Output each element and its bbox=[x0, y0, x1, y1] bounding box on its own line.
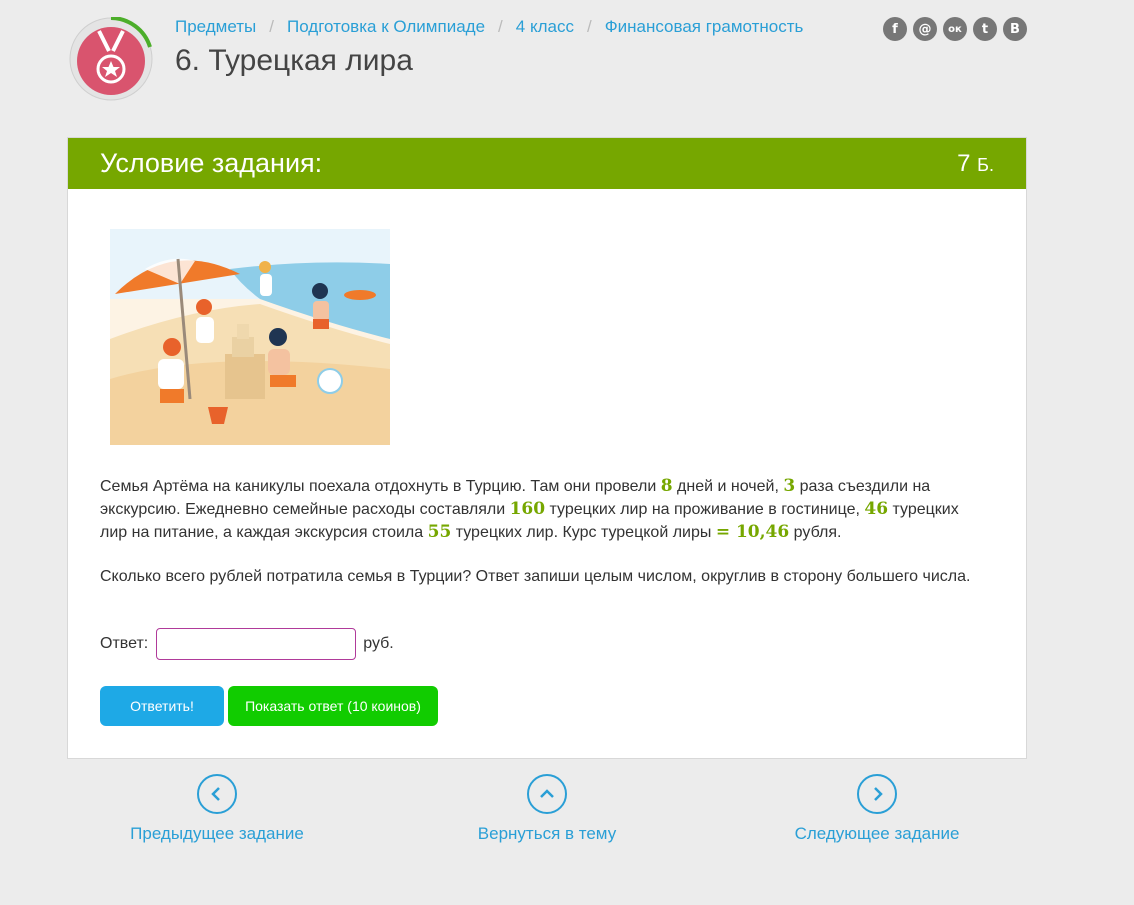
twitter-icon[interactable]: t bbox=[973, 17, 997, 41]
mail-icon[interactable]: @ bbox=[913, 17, 937, 41]
previous-task-link[interactable]: Предыдущее задание bbox=[97, 774, 337, 844]
task-text-fragment: рубля. bbox=[789, 524, 842, 541]
facebook-icon[interactable]: f bbox=[883, 17, 907, 41]
breadcrumb-topic[interactable]: Финансовая грамотность bbox=[605, 17, 804, 37]
page-title: 6. Турецкая лира bbox=[175, 44, 413, 77]
points-unit: Б. bbox=[977, 154, 994, 175]
breadcrumb-separator: / bbox=[586, 17, 592, 36]
task-text-fragment: турецких лир. Курс турецкой лиры bbox=[451, 524, 716, 541]
next-task-label: Следующее задание bbox=[794, 824, 960, 843]
task-question: Сколько всего рублей потратила семья в Т… bbox=[100, 568, 971, 585]
back-to-topic-link[interactable]: Вернуться в тему bbox=[427, 774, 667, 844]
value-trips: 3 bbox=[783, 476, 796, 496]
chevron-right-icon bbox=[857, 774, 897, 814]
show-answer-button[interactable]: Показать ответ (10 коинов) bbox=[228, 686, 438, 726]
odnoklassniki-icon[interactable]: ок bbox=[943, 17, 967, 41]
task-condition: Семья Артёма на каникулы поехала отдохну… bbox=[100, 475, 980, 544]
task-heading: Условие задания: bbox=[100, 148, 323, 178]
task-text-fragment: Семья Артёма на каникулы поехала отдохну… bbox=[100, 478, 661, 495]
value-trip-cost: 55 bbox=[427, 522, 452, 542]
chevron-left-icon bbox=[197, 774, 237, 814]
beach-illustration bbox=[110, 229, 390, 445]
vk-icon[interactable]: В bbox=[1003, 17, 1027, 41]
task-card: Условие задания: 7 Б. Семья Артёма на ка… bbox=[67, 137, 1027, 759]
back-to-topic-label: Вернуться в тему bbox=[477, 824, 617, 843]
value-days: 8 bbox=[660, 476, 673, 496]
answer-row: Ответ: руб. bbox=[100, 628, 394, 660]
previous-task-label: Предыдущее задание bbox=[130, 824, 304, 843]
value-food: 46 bbox=[864, 499, 889, 519]
answer-unit: руб. bbox=[363, 635, 394, 652]
answer-input[interactable] bbox=[156, 628, 357, 660]
value-hotel: 160 bbox=[509, 499, 546, 519]
task-card-header: Условие задания: 7 Б. bbox=[68, 138, 1026, 189]
task-text-fragment: дней и ночей, bbox=[672, 478, 784, 495]
submit-answer-button[interactable]: Ответить! bbox=[100, 686, 224, 726]
breadcrumb-subjects[interactable]: Предметы bbox=[175, 17, 256, 37]
chevron-up-icon bbox=[527, 774, 567, 814]
answer-label: Ответ: bbox=[100, 635, 149, 652]
task-description: Семья Артёма на каникулы поехала отдохну… bbox=[100, 475, 980, 610]
breadcrumb-olympiad[interactable]: Подготовка к Олимпиаде bbox=[287, 17, 485, 37]
breadcrumb-grade[interactable]: 4 класс bbox=[516, 17, 574, 37]
medal-badge-icon bbox=[69, 16, 153, 101]
action-buttons: Ответить! Показать ответ (10 коинов) bbox=[100, 686, 438, 726]
social-share-bar: f @ ок t В bbox=[883, 17, 1027, 41]
next-task-link[interactable]: Следующее задание bbox=[757, 774, 997, 844]
points-value: 7 bbox=[957, 149, 971, 177]
breadcrumb: Предметы / Подготовка к Олимпиаде / 4 кл… bbox=[175, 17, 803, 37]
breadcrumb-separator: / bbox=[498, 17, 503, 36]
value-rate: = 10,46 bbox=[715, 522, 790, 542]
task-text-fragment: турецких лир на проживание в гостинице, bbox=[545, 501, 865, 518]
breadcrumb-separator: / bbox=[269, 17, 274, 36]
task-points: 7 Б. bbox=[957, 150, 994, 178]
